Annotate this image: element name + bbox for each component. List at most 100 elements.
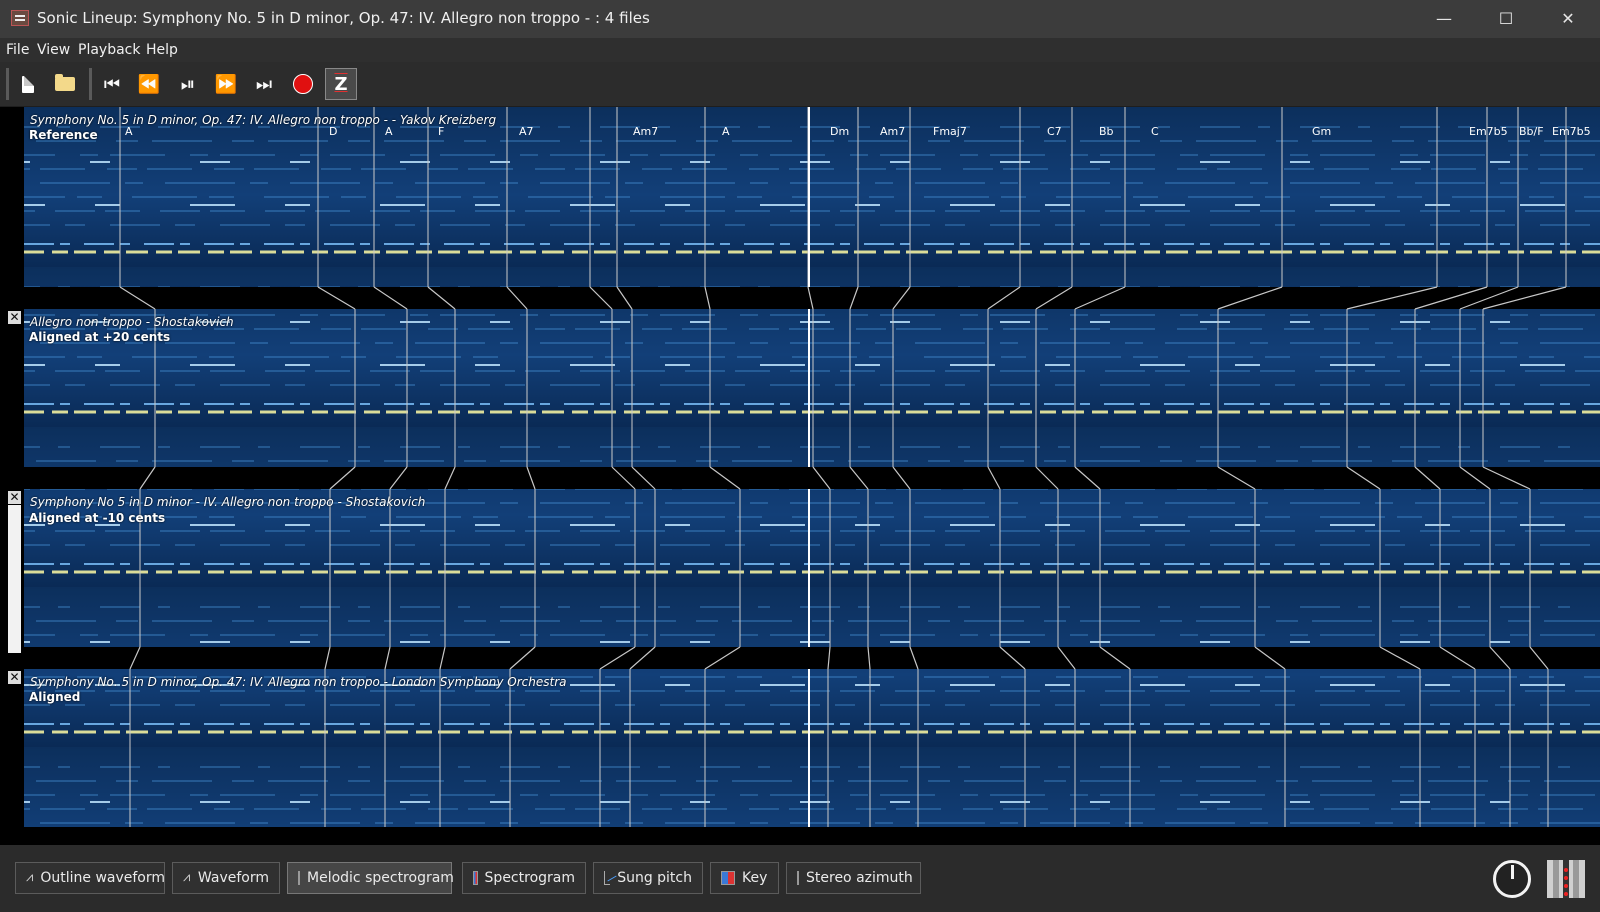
- menu-file[interactable]: File: [6, 42, 29, 58]
- alignment-connector: [427, 286, 456, 310]
- sung-pitch-button[interactable]: Sung pitch: [593, 862, 703, 894]
- alignment-connector: [1099, 646, 1131, 670]
- meter-bar-right: [1573, 860, 1579, 898]
- chord-label: Bb: [1099, 125, 1114, 138]
- menu-help[interactable]: Help: [146, 42, 178, 58]
- layer-label: Melodic spectrogram: [307, 870, 454, 886]
- alignment-connector: [867, 646, 871, 670]
- alignment-connector: [709, 466, 741, 490]
- alignment-connector: [999, 646, 1026, 670]
- menu-playback[interactable]: Playback: [78, 42, 140, 58]
- alignment-connector: [373, 286, 408, 310]
- chord-label: Am7: [633, 125, 659, 138]
- play-pause-button[interactable]: ⏯: [172, 68, 204, 100]
- spectrogram-pane-1[interactable]: [24, 107, 1600, 287]
- alignment-view[interactable]: Symphony No. 5 in D minor, Op. 47: IV. A…: [0, 107, 1600, 845]
- pane-2-close-icon[interactable]: ✕: [8, 311, 21, 324]
- zoom-align-button[interactable]: Z: [325, 68, 357, 100]
- new-file-button[interactable]: [12, 68, 44, 100]
- alignment-connector: [506, 286, 528, 310]
- minimize-button[interactable]: —: [1413, 0, 1475, 38]
- alignment-connector: [827, 646, 831, 670]
- alignment-connector: [139, 466, 156, 490]
- chord-label: Em7b5: [1552, 125, 1591, 138]
- chord-label: C: [1151, 125, 1159, 138]
- chord-label: A: [385, 125, 393, 138]
- pane-3-close-icon[interactable]: ✕: [8, 491, 21, 504]
- alignment-connector: [1529, 646, 1549, 670]
- spectrogram-pane-4[interactable]: [24, 669, 1600, 827]
- skip-to-start-button[interactable]: ⏮: [96, 68, 128, 100]
- pane-2-title: Allegro non troppo - Shostakovich: [30, 315, 234, 329]
- alignment-connector: [611, 466, 636, 490]
- alignment-connector: [807, 286, 814, 310]
- alignment-connector: [526, 466, 536, 490]
- spectrogram-canvas[interactable]: [0, 107, 1600, 845]
- alignment-connector: [129, 646, 141, 670]
- spectrogram-button[interactable]: Spectrogram: [462, 862, 586, 894]
- title-bar: Sonic Lineup: Symphony No. 5 in D minor,…: [0, 0, 1600, 38]
- skip-to-end-icon: ⏭: [255, 73, 273, 95]
- alignment-connector: [509, 646, 536, 670]
- alignment-connector: [1346, 466, 1381, 490]
- alignment-connector: [1074, 286, 1126, 310]
- window-title: Sonic Lineup: Symphony No. 5 in D minor,…: [37, 9, 650, 27]
- pane-4-close-icon[interactable]: ✕: [8, 671, 21, 684]
- spectrogram-pane-3[interactable]: [24, 489, 1600, 647]
- toolbar-grip-2[interactable]: [89, 68, 92, 100]
- sung-pitch-icon: [604, 871, 611, 885]
- alignment-connector: [892, 286, 911, 310]
- alignment-connector: [1459, 286, 1519, 310]
- stereo-azimuth-button[interactable]: Stereo azimuth: [786, 862, 921, 894]
- alignment-connector: [599, 646, 636, 670]
- toolbar-grip[interactable]: [6, 68, 9, 100]
- pane-3-subtitle: Aligned at -10 cents: [29, 511, 166, 525]
- alignment-connector: [1074, 466, 1101, 490]
- zoom-align-icon: Z: [334, 73, 348, 95]
- fast-forward-button[interactable]: ⏩: [210, 68, 242, 100]
- pane-3-scroll-indicator[interactable]: [8, 505, 21, 653]
- chord-label: D: [329, 125, 338, 138]
- playback-speed-knob[interactable]: [1493, 860, 1531, 898]
- menu-bar: File View Playback Help: [0, 38, 1600, 62]
- spectrogram-pane-2[interactable]: [24, 309, 1600, 467]
- chord-label: Dm: [830, 125, 850, 138]
- open-folder-icon: [55, 74, 75, 91]
- alignment-connector: [389, 466, 408, 490]
- skip-to-end-button[interactable]: ⏭: [248, 68, 280, 100]
- close-window-button[interactable]: ✕: [1537, 0, 1599, 38]
- alignment-connector: [1035, 286, 1073, 310]
- alignment-connector: [849, 286, 859, 310]
- alignment-connector: [444, 466, 456, 490]
- pane-4-title: Symphony No. 5 in D minor, Op. 47: IV. A…: [30, 675, 567, 689]
- open-folder-button[interactable]: [49, 68, 81, 100]
- melodic-spectrogram-button[interactable]: Melodic spectrogram: [287, 862, 454, 894]
- layer-label: Key: [742, 870, 768, 886]
- waveform-button[interactable]: ⩘ Waveform: [172, 862, 280, 894]
- alignment-connector: [1217, 466, 1256, 490]
- outline-waveform-button[interactable]: ⩘ Outline waveform: [15, 862, 165, 894]
- play-pause-icon: ⏯: [180, 73, 196, 95]
- fast-forward-icon: ⏩: [214, 73, 238, 95]
- toolbar: ⏮ ⏪ ⏯ ⏩ ⏭ Z: [0, 62, 1600, 107]
- rewind-button[interactable]: ⏪: [133, 68, 165, 100]
- alignment-connector: [704, 646, 741, 670]
- level-meter[interactable]: [1547, 860, 1585, 898]
- alignment-connector: [589, 286, 613, 310]
- spectrogram-icon: [473, 871, 478, 885]
- chord-label: Gm: [1312, 125, 1332, 138]
- record-icon: [293, 74, 313, 94]
- maximize-button[interactable]: ☐: [1475, 0, 1537, 38]
- pane-2-subtitle: Aligned at +20 cents: [29, 330, 171, 344]
- chord-label: F: [438, 125, 445, 138]
- chord-label: A7: [519, 125, 534, 138]
- record-button[interactable]: [287, 68, 319, 100]
- pane-1-subtitle: Reference: [29, 128, 98, 142]
- alignment-connector: [631, 466, 656, 490]
- pane-backgrounds: [24, 107, 1600, 827]
- menu-view[interactable]: View: [37, 42, 70, 58]
- key-button[interactable]: Key: [710, 862, 779, 894]
- layer-label: Outline waveform: [40, 870, 166, 886]
- pane-3-title: Symphony No 5 in D minor - IV. Allegro n…: [30, 495, 426, 509]
- alignment-connector: [987, 286, 1021, 310]
